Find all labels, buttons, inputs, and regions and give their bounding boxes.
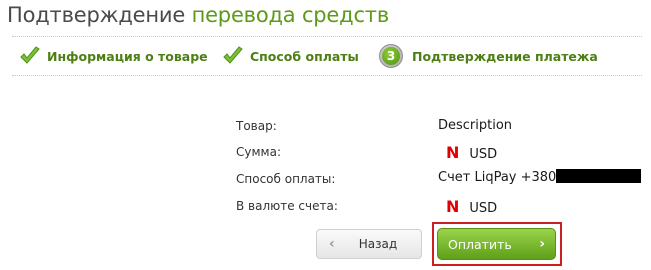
- step-product-info: Информация о товаре: [18, 37, 208, 75]
- payment-method-label: Способ оплаты:: [236, 172, 336, 186]
- page-title-prefix: Подтверждение: [7, 3, 186, 27]
- account-currency: USD: [469, 201, 498, 216]
- step-label: Подтверждение платежа: [412, 48, 598, 64]
- step-payment-method: Способ оплаты: [221, 37, 359, 75]
- amount-currency: USD: [469, 147, 498, 162]
- page-title: Подтверждение перевода средств: [7, 3, 389, 27]
- back-button[interactable]: ‹ Назад: [316, 229, 422, 259]
- amount-value: N USD: [446, 143, 497, 162]
- pay-button-label: Оплатить: [448, 236, 512, 252]
- payment-method-text: Счет LiqPay +380: [438, 170, 557, 185]
- account-currency-label: В валюте счета:: [236, 199, 338, 213]
- step-label: Информация о товаре: [47, 48, 208, 64]
- back-button-label: Назад: [358, 237, 398, 251]
- step-label: Способ оплаты: [250, 48, 359, 64]
- product-value: Description: [438, 118, 513, 133]
- redacted-amount-marker: N: [446, 197, 460, 216]
- progress-steps: Информация о товаре Способ оплаты 3 Подт…: [12, 36, 642, 76]
- step-confirmation: 3 Подтверждение платежа: [379, 37, 598, 75]
- step-number: 3: [382, 47, 400, 65]
- check-icon: [20, 46, 40, 64]
- chevron-left-icon: ‹: [329, 236, 335, 252]
- check-icon: [223, 46, 243, 64]
- chevron-right-icon: ›: [539, 236, 545, 252]
- payment-method-value: Счет LiqPay +380: [438, 169, 642, 185]
- product-label: Товар:: [236, 119, 277, 133]
- step-number-badge: 3: [379, 44, 403, 68]
- account-currency-value: N USD: [446, 197, 497, 216]
- redacted-phone-block: [556, 169, 642, 183]
- page-title-accent: перевода средств: [191, 3, 390, 27]
- pay-button[interactable]: Оплатить ›: [437, 228, 556, 260]
- amount-label: Сумма:: [236, 145, 281, 159]
- redacted-amount-marker: N: [446, 143, 460, 162]
